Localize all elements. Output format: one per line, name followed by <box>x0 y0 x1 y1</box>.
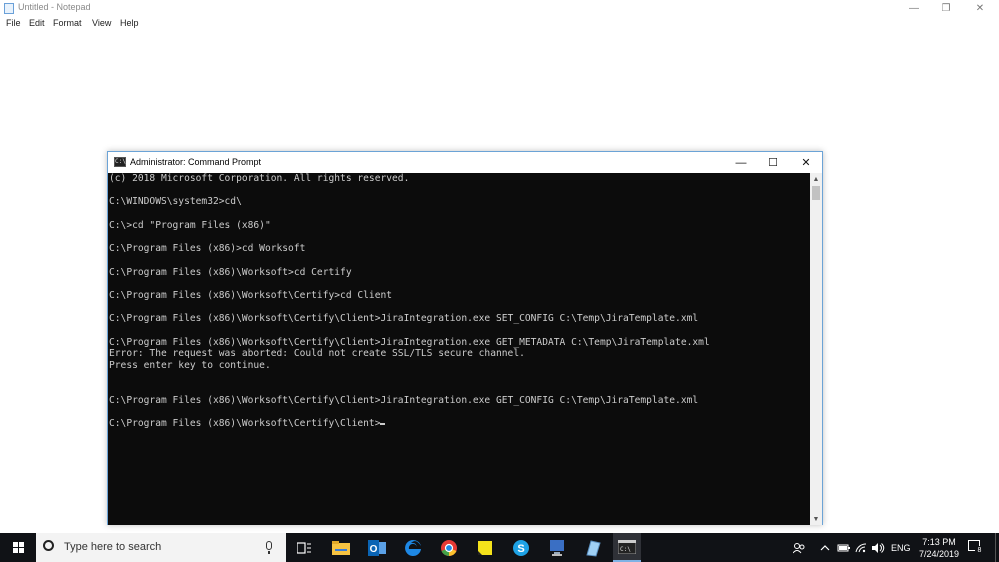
notepad-menubar: File Edit Format View Help <box>0 17 999 31</box>
outlook-icon[interactable]: O <box>363 533 391 562</box>
console-line: C:\Program Files (x86)\Worksoft\Certify\… <box>108 418 810 430</box>
show-hidden-icons-chevron-icon[interactable] <box>820 533 830 562</box>
menu-help[interactable]: Help <box>120 18 139 28</box>
cmd-minimize-button[interactable]: — <box>725 152 757 173</box>
remote-app-icon[interactable] <box>543 533 571 562</box>
volume-icon[interactable] <box>871 533 885 562</box>
console-line: Press enter key to continue. <box>109 360 271 371</box>
menu-edit[interactable]: Edit <box>29 18 45 28</box>
console-line: C:\Program Files (x86)>cd Worksoft <box>109 243 306 255</box>
microphone-icon[interactable] <box>266 541 272 550</box>
console-line: C:\>cd "Program Files (x86)" <box>109 219 271 231</box>
notification-count-badge: 8 <box>975 546 984 555</box>
cmd-scrollbar[interactable]: ▲ ▼ <box>810 173 822 525</box>
cmd-maximize-button[interactable]: ☐ <box>757 152 789 173</box>
scroll-down-arrow-icon[interactable]: ▼ <box>810 513 822 525</box>
console-line: Error: The request was aborted: Could no… <box>109 348 525 360</box>
notepad-titlebar: Untitled - Notepad — ❐ ✕ <box>0 0 999 17</box>
notepad-app-icon <box>4 3 14 14</box>
battery-icon[interactable] <box>837 533 851 562</box>
taskbar: Type here to search O S C:\ ENG 7:13 PM … <box>0 533 999 562</box>
outlook-letter: O <box>370 544 378 555</box>
notepad-minimize-button[interactable]: — <box>898 0 930 17</box>
chrome-icon[interactable] <box>435 533 463 562</box>
notepad-maximize-button[interactable]: ❐ <box>930 0 962 17</box>
menu-file[interactable]: File <box>6 18 21 28</box>
search-placeholder: Type here to search <box>64 541 162 553</box>
console-line: (c) 2018 Microsoft Corporation. All righ… <box>109 173 410 184</box>
console-line: C:\Program Files (x86)\Worksoft\Certify>… <box>109 289 393 301</box>
scroll-thumb[interactable] <box>812 186 820 200</box>
console-line: C:\WINDOWS\system32>cd\ <box>109 196 242 208</box>
taskbar-clock[interactable]: 7:13 PM 7/24/2019 <box>910 536 968 560</box>
clock-time: 7:13 PM <box>922 537 956 547</box>
scroll-up-arrow-icon[interactable]: ▲ <box>810 173 822 185</box>
input-language-indicator[interactable]: ENG <box>891 533 911 562</box>
people-icon[interactable] <box>793 533 805 562</box>
menu-format[interactable]: Format <box>53 18 82 28</box>
cortana-icon <box>43 540 54 551</box>
console-line: C:\Program Files (x86)\Worksoft\Certify\… <box>109 336 710 348</box>
notepad-window-title: Untitled - Notepad <box>18 2 91 12</box>
start-button[interactable] <box>0 533 36 562</box>
console-line: C:\Program Files (x86)\Worksoft\Certify\… <box>109 395 699 407</box>
cmd-app-icon: C:\ <box>114 157 126 167</box>
sticky-notes-icon[interactable] <box>471 533 499 562</box>
svg-text:C:\: C:\ <box>620 546 631 553</box>
command-prompt-window: C:\ Administrator: Command Prompt — ☐ ✕ … <box>107 151 823 525</box>
skype-icon[interactable]: S <box>507 533 535 562</box>
notepad-taskbar-icon[interactable] <box>579 533 607 562</box>
cmd-console-output[interactable]: (c) 2018 Microsoft Corporation. All righ… <box>108 173 810 525</box>
windows-logo-icon <box>12 542 24 553</box>
menu-view[interactable]: View <box>92 18 111 28</box>
task-view-icon[interactable] <box>290 533 318 562</box>
cmd-titlebar[interactable]: C:\ Administrator: Command Prompt — ☐ ✕ <box>108 152 822 173</box>
microphone-stem <box>268 551 270 554</box>
command-prompt-taskbar-icon[interactable]: C:\ <box>613 533 641 562</box>
clock-date: 7/24/2019 <box>918 549 960 559</box>
show-desktop-button[interactable] <box>995 533 996 562</box>
taskbar-search-box[interactable]: Type here to search <box>36 533 286 562</box>
svg-text:S: S <box>517 543 524 555</box>
cmd-close-button[interactable]: ✕ <box>790 152 822 173</box>
console-line: C:\Program Files (x86)\Worksoft>cd Certi… <box>109 266 352 278</box>
notepad-close-button[interactable]: ✕ <box>964 0 996 17</box>
edge-icon[interactable] <box>399 533 427 562</box>
wifi-icon[interactable] <box>855 533 867 562</box>
cmd-window-title: Administrator: Command Prompt <box>130 157 262 167</box>
file-explorer-icon[interactable] <box>327 533 355 562</box>
text-cursor <box>380 423 386 426</box>
console-line: C:\Program Files (x86)\Worksoft\Certify\… <box>109 313 699 325</box>
